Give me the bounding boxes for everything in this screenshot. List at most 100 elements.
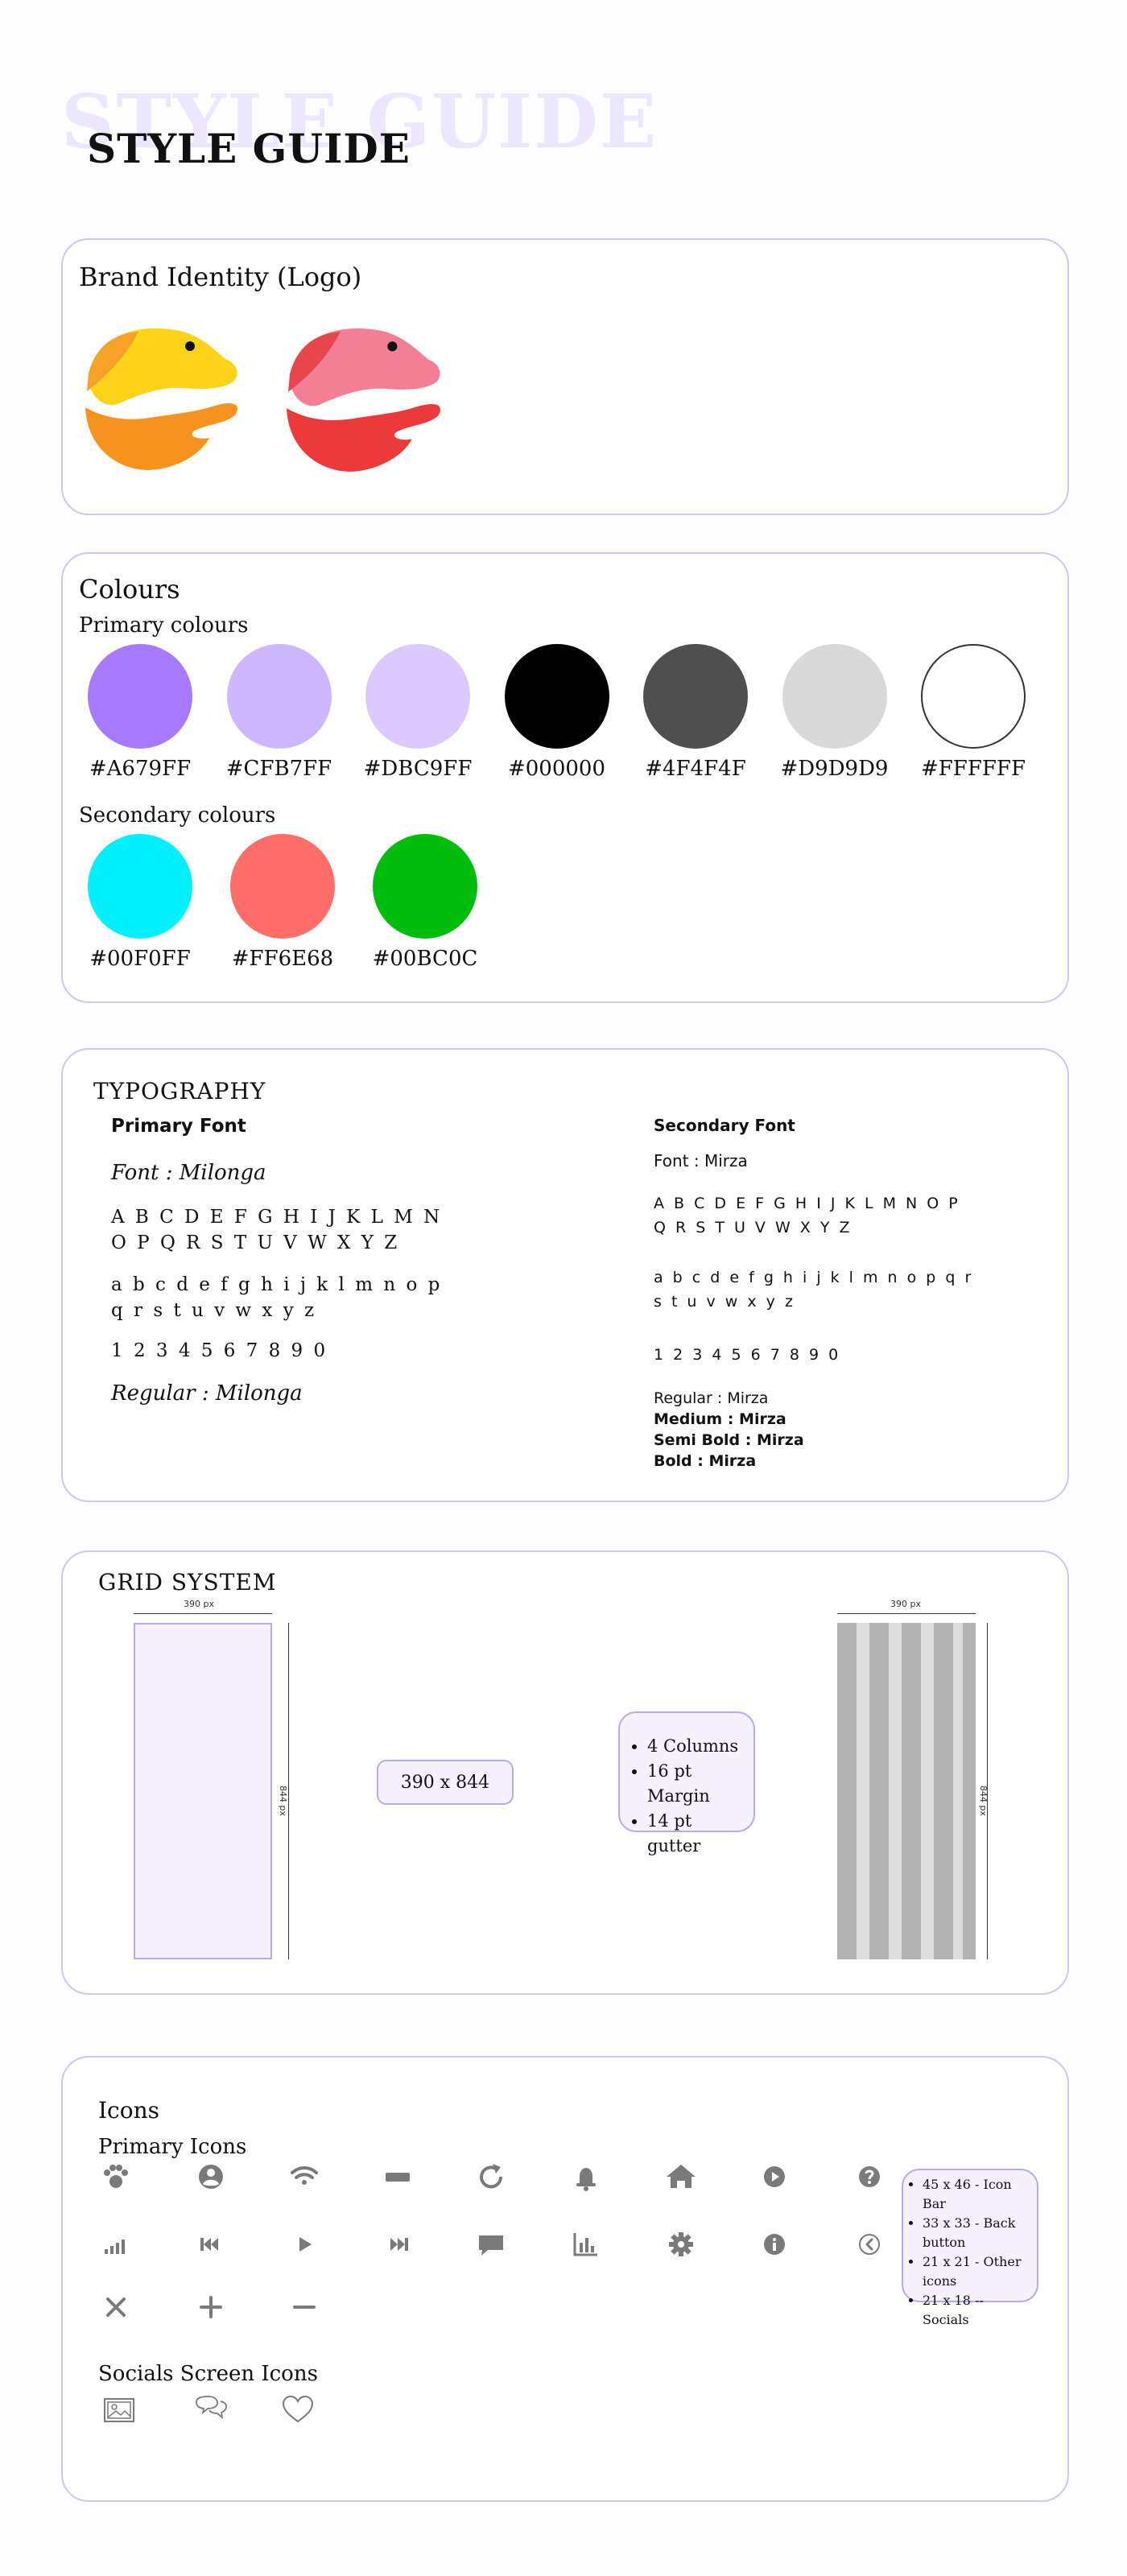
secondary-font-line: Font : Mirza: [654, 1151, 748, 1170]
plus-icon: [192, 2288, 230, 2326]
icons-title: Icons: [98, 2097, 160, 2124]
pink-red-logo: [287, 328, 440, 472]
grid-column-4: [934, 1623, 953, 1959]
typography-title: TYPOGRAPHY: [93, 1078, 266, 1104]
height-dimension-label: 844 px: [278, 1785, 288, 1816]
play-circle-icon: [755, 2157, 794, 2196]
colour-swatch: [226, 644, 332, 749]
home-icon: [662, 2157, 700, 2196]
grid-column-3: [902, 1623, 921, 1959]
icon-sizes-list: 45 x 46 - Icon Bar33 x 33 - Back button 2…: [906, 2175, 1032, 2330]
colour-swatch: [373, 834, 477, 939]
colour-swatch: [88, 834, 192, 939]
primary-regular: Regular : Milonga: [111, 1381, 303, 1406]
secondary-digits: 1 2 3 4 5 6 7 8 9 0: [654, 1346, 841, 1364]
colour-hex-label: #4F4F4F: [645, 757, 746, 781]
colour-hex-label: #FF6E68: [231, 947, 334, 971]
colour-swatch: [921, 644, 1026, 749]
chat-bubbles-icon: [192, 2391, 230, 2429]
brand-identity-title: Brand Identity (Logo): [79, 262, 362, 292]
bell-icon: [567, 2157, 605, 2196]
primary-icons-label: Primary Icons: [98, 2135, 247, 2159]
grid-specs-list: 4 Columns16 pt Margin14 pt gutter: [626, 1734, 747, 1859]
primary-lowercase: a b c d e f g h i j k l m n o p q r s t …: [111, 1274, 443, 1321]
colour-hex-label: #FFFFFF: [920, 757, 1026, 781]
grid-specs-box: 4 Columns16 pt Margin14 pt gutter: [618, 1711, 755, 1856]
list-item: 33 x 33 - Back button: [923, 2214, 1032, 2252]
secondary-uppercase: A B C D E F G H I J K L M N O P Q R S T …: [654, 1195, 960, 1236]
grid-width-label: 390 px: [890, 1599, 921, 1609]
colour-hex-label: #00F0FF: [89, 947, 191, 971]
primary-colours-label: Primary colours: [79, 613, 249, 638]
colour-swatch: [643, 644, 748, 749]
list-item: 16 pt Margin: [647, 1759, 747, 1809]
user-circle-icon: [192, 2157, 230, 2196]
refresh-icon: [472, 2157, 510, 2196]
grid-system-title: GRID SYSTEM: [98, 1569, 277, 1596]
heart-icon: [279, 2391, 317, 2429]
icons-card: Icons Primary Icons 45 x 46 - Icon Bar33…: [61, 2056, 1069, 2502]
close-icon: [97, 2288, 135, 2326]
social-icons-label: Socials Screen Icons: [98, 2362, 318, 2386]
width-dimension-line: [134, 1613, 272, 1614]
signal-icon: [97, 2225, 135, 2264]
primary-uppercase: A B C D E F G H I J K L M N O P Q R S T …: [111, 1207, 443, 1253]
weight-medium: Medium : Mirza: [654, 1410, 786, 1428]
skip-forward-icon: [378, 2225, 417, 2264]
colour-hex-label: #000000: [507, 757, 606, 781]
logo-eye: [387, 341, 398, 352]
frame-size-label: 390 x 844: [400, 1772, 490, 1793]
column-grid: [837, 1623, 976, 1959]
grid-column-1: [837, 1623, 857, 1959]
list-item: 4 Columns: [647, 1734, 747, 1759]
colours-card: Colours Primary colours Secondary colour…: [61, 552, 1069, 1003]
bar-chart-icon: [567, 2225, 605, 2264]
primary-digits: 1 2 3 4 5 6 7 8 9 0: [111, 1340, 328, 1361]
grid-system-card: GRID SYSTEM 390 px 844 px 390 x 844 4 Co…: [61, 1550, 1069, 1995]
colour-hex-label: #A679FF: [89, 757, 192, 781]
height-dimension-line: [288, 1623, 289, 1959]
colour-swatch: [88, 644, 192, 749]
colours-title: Colours: [79, 574, 180, 605]
icon-sizes-box: 45 x 46 - Icon Bar33 x 33 - Back button 2…: [902, 2169, 1038, 2327]
secondary-lowercase: a b c d e f g h i j k l m n o p q r s t …: [654, 1269, 974, 1311]
image-icon: [100, 2391, 138, 2429]
colour-hex-label: #D9D9D9: [780, 757, 889, 781]
list-item: 45 x 46 - Icon Bar: [923, 2175, 1032, 2214]
weight-bold: Bold : Mirza: [654, 1452, 757, 1470]
colour-hex-label: #00BC0C: [372, 947, 478, 971]
logo-body: [85, 402, 237, 470]
frame-size-badge: 390 x 844: [377, 1760, 514, 1805]
grid-width-line: [837, 1613, 976, 1614]
yellow-orange-logo: [85, 328, 237, 470]
minus-icon: [285, 2288, 324, 2326]
secondary-colours-label: Secondary colours: [79, 803, 276, 828]
colour-swatch: [782, 644, 887, 749]
primary-font-line: Font : Milonga: [111, 1161, 266, 1185]
grid-column-2: [869, 1623, 889, 1959]
grid-column-5: [963, 1623, 976, 1959]
skip-back-icon: [192, 2225, 230, 2264]
brand-identity-card: Brand Identity (Logo): [61, 238, 1069, 515]
play-icon: [285, 2225, 324, 2264]
secondary-font-heading: Secondary Font: [654, 1116, 795, 1135]
colour-hex-label: #CFB7FF: [225, 757, 332, 781]
back-circle-icon: [850, 2225, 889, 2264]
width-dimension-label: 390 px: [184, 1599, 214, 1609]
battery-icon: [378, 2157, 417, 2196]
list-item: 21 x 18 -- Socials: [923, 2291, 1032, 2330]
wifi-icon: [285, 2157, 324, 2196]
help-circle-icon: [850, 2157, 889, 2196]
colour-swatch: [504, 644, 609, 749]
info-icon: [755, 2225, 794, 2264]
weight-regular: Regular : Mirza: [654, 1389, 769, 1407]
colour-swatch: [365, 644, 470, 749]
weight-semibold: Semi Bold : Mirza: [654, 1431, 804, 1449]
colour-swatch: [230, 834, 335, 939]
grid-height-label: 844 px: [978, 1785, 989, 1816]
paw-icon: [97, 2157, 135, 2196]
gear-icon: [662, 2225, 700, 2264]
colour-hex-label: #DBC9FF: [363, 757, 473, 781]
list-item: 14 pt gutter: [647, 1809, 747, 1859]
page-title: STYLE GUIDE: [87, 125, 411, 172]
